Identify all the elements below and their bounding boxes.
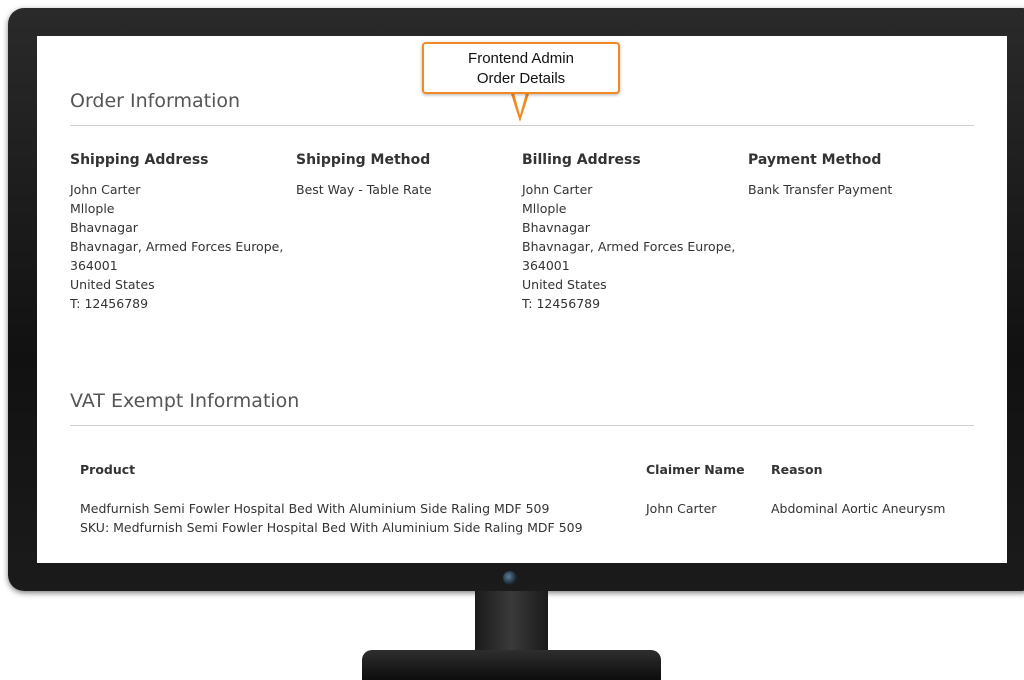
payment-method-block: Payment Method Bank Transfer Payment [748, 151, 892, 199]
section-divider [70, 425, 974, 426]
address-line: 364001 [522, 258, 570, 273]
callout-line-1: Frontend Admin [468, 50, 574, 67]
monitor-stand-base [362, 650, 661, 680]
address-phone: T: 12456789 [70, 296, 149, 311]
shipping-method-heading: Shipping Method [296, 152, 431, 168]
address-line: Bhavnagar [70, 220, 138, 235]
shipping-address-heading: Shipping Address [70, 152, 209, 168]
product-sku: SKU: Medfurnish Semi Fowler Hospital Bed… [80, 520, 583, 535]
address-line: Bhavnagar, Armed Forces Europe, [70, 239, 284, 254]
vat-reason-cell: Abdominal Aortic Aneurysm [771, 501, 946, 516]
screen: Order Information Shipping Address John … [37, 36, 1007, 563]
vat-exempt-title: VAT Exempt Information [70, 390, 300, 412]
callout-pointer-fill [514, 93, 526, 115]
webcam-icon [503, 571, 517, 585]
shipping-method-value: Best Way - Table Rate [296, 182, 432, 197]
order-information-title: Order Information [70, 90, 241, 112]
address-line: John Carter [70, 182, 141, 197]
address-line: Bhavnagar [522, 220, 590, 235]
callout-line-2: Order Details [476, 70, 566, 87]
monitor-stand-neck [475, 591, 548, 653]
address-phone: T: 12456789 [522, 296, 601, 311]
address-line: Bhavnagar, Armed Forces Europe, [522, 239, 736, 254]
billing-address-heading: Billing Address [522, 152, 641, 168]
shipping-address-block: Shipping Address John Carter Mllople Bha… [70, 151, 283, 313]
section-divider [70, 125, 974, 126]
billing-address-block: Billing Address John Carter Mllople Bhav… [522, 151, 735, 313]
payment-method-heading: Payment Method [748, 152, 882, 168]
payment-method-value: Bank Transfer Payment [748, 182, 893, 197]
column-header-reason: Reason [771, 462, 823, 477]
column-header-claimer: Claimer Name [646, 462, 745, 477]
address-line: United States [522, 277, 607, 292]
address-line: John Carter [522, 182, 593, 197]
column-header-product: Product [80, 462, 136, 477]
product-name: Medfurnish Semi Fowler Hospital Bed With… [80, 501, 550, 516]
address-line: Mllople [522, 201, 567, 216]
vat-claimer-cell: John Carter [646, 501, 717, 516]
address-line: Mllople [70, 201, 115, 216]
address-line: 364001 [70, 258, 118, 273]
address-line: United States [70, 277, 155, 292]
shipping-method-block: Shipping Method Best Way - Table Rate [296, 151, 432, 199]
vat-product-cell: Medfurnish Semi Fowler Hospital Bed With… [80, 499, 583, 537]
callout-label: Frontend Admin Order Details [422, 42, 620, 94]
